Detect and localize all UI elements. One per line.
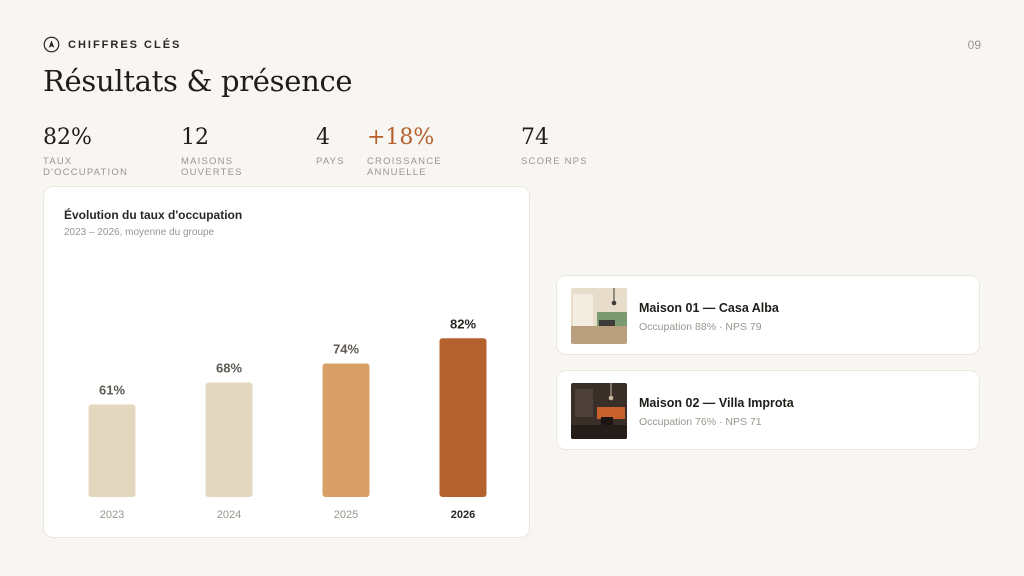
house-card-villa-improta[interactable]: Maison 02 — Villa Improta Occupation 76%…	[556, 370, 980, 450]
kpi-value: +18%	[367, 125, 435, 150]
x-tick-2026: 2026	[451, 509, 475, 521]
interior-photo-dark	[571, 383, 627, 439]
kpi-label: CROISSANCE ANNUELLE	[367, 156, 442, 178]
bar-2025	[322, 363, 370, 497]
kpi-value: 82%	[43, 125, 92, 150]
kpi-value: 74	[521, 125, 549, 150]
bar-2026	[439, 338, 487, 497]
kpi-row: 82% TAUX D'OCCUPATION 12 MAISONS OUVERTE…	[43, 124, 591, 178]
house-meta: Occupation 76% · NPS 71	[639, 416, 762, 428]
bar-2023	[88, 404, 136, 497]
kpi-growth: +18% CROISSANCE ANNUELLE	[367, 124, 497, 178]
x-tick-2025: 2025	[334, 509, 358, 521]
kpi-label: SCORE NPS	[521, 156, 588, 167]
kpi-nps: 74 SCORE NPS	[521, 124, 591, 178]
x-tick-2023: 2023	[100, 509, 124, 521]
kpi-value: 12	[181, 125, 209, 150]
bar-2024	[205, 382, 253, 497]
kpi-label: MAISONS OUVERTES	[181, 156, 243, 178]
value-label-2025: 74%	[333, 342, 359, 357]
house-meta: Occupation 88% · NPS 79	[639, 321, 762, 333]
house-name: Maison 01 — Casa Alba	[639, 301, 779, 315]
page-title: Résultats & présence	[43, 64, 353, 98]
section-eyebrow: CHIFFRES CLÉS	[43, 36, 181, 53]
eyebrow-label: CHIFFRES CLÉS	[68, 38, 182, 51]
house-card-casa-alba[interactable]: Maison 01 — Casa Alba Occupation 88% · N…	[556, 275, 980, 355]
value-label-2023: 61%	[99, 383, 125, 398]
kpi-houses: 12 MAISONS OUVERTES	[181, 124, 292, 178]
kpi-occupation: 82% TAUX D'OCCUPATION	[43, 124, 157, 178]
page-number: 09	[967, 38, 981, 52]
occupation-chart-card: Évolution du taux d'occupation 2023 – 20…	[43, 186, 530, 538]
occupation-bar-chart: 61% 2023 68% 2024 74% 2025 82% 2026	[88, 316, 487, 521]
kpi-label: TAUX D'OCCUPATION	[43, 156, 129, 178]
interior-photo-light	[571, 288, 627, 344]
x-tick-2024: 2024	[217, 509, 241, 521]
house-name: Maison 02 — Villa Improta	[639, 396, 794, 410]
kpi-label: PAYS	[316, 156, 345, 167]
compass-icon	[43, 36, 60, 53]
value-label-2024: 68%	[216, 360, 242, 375]
kpi-value: 4	[316, 125, 330, 150]
kpi-countries: 4 PAYS	[316, 124, 345, 178]
value-label-2026: 82%	[450, 316, 476, 331]
